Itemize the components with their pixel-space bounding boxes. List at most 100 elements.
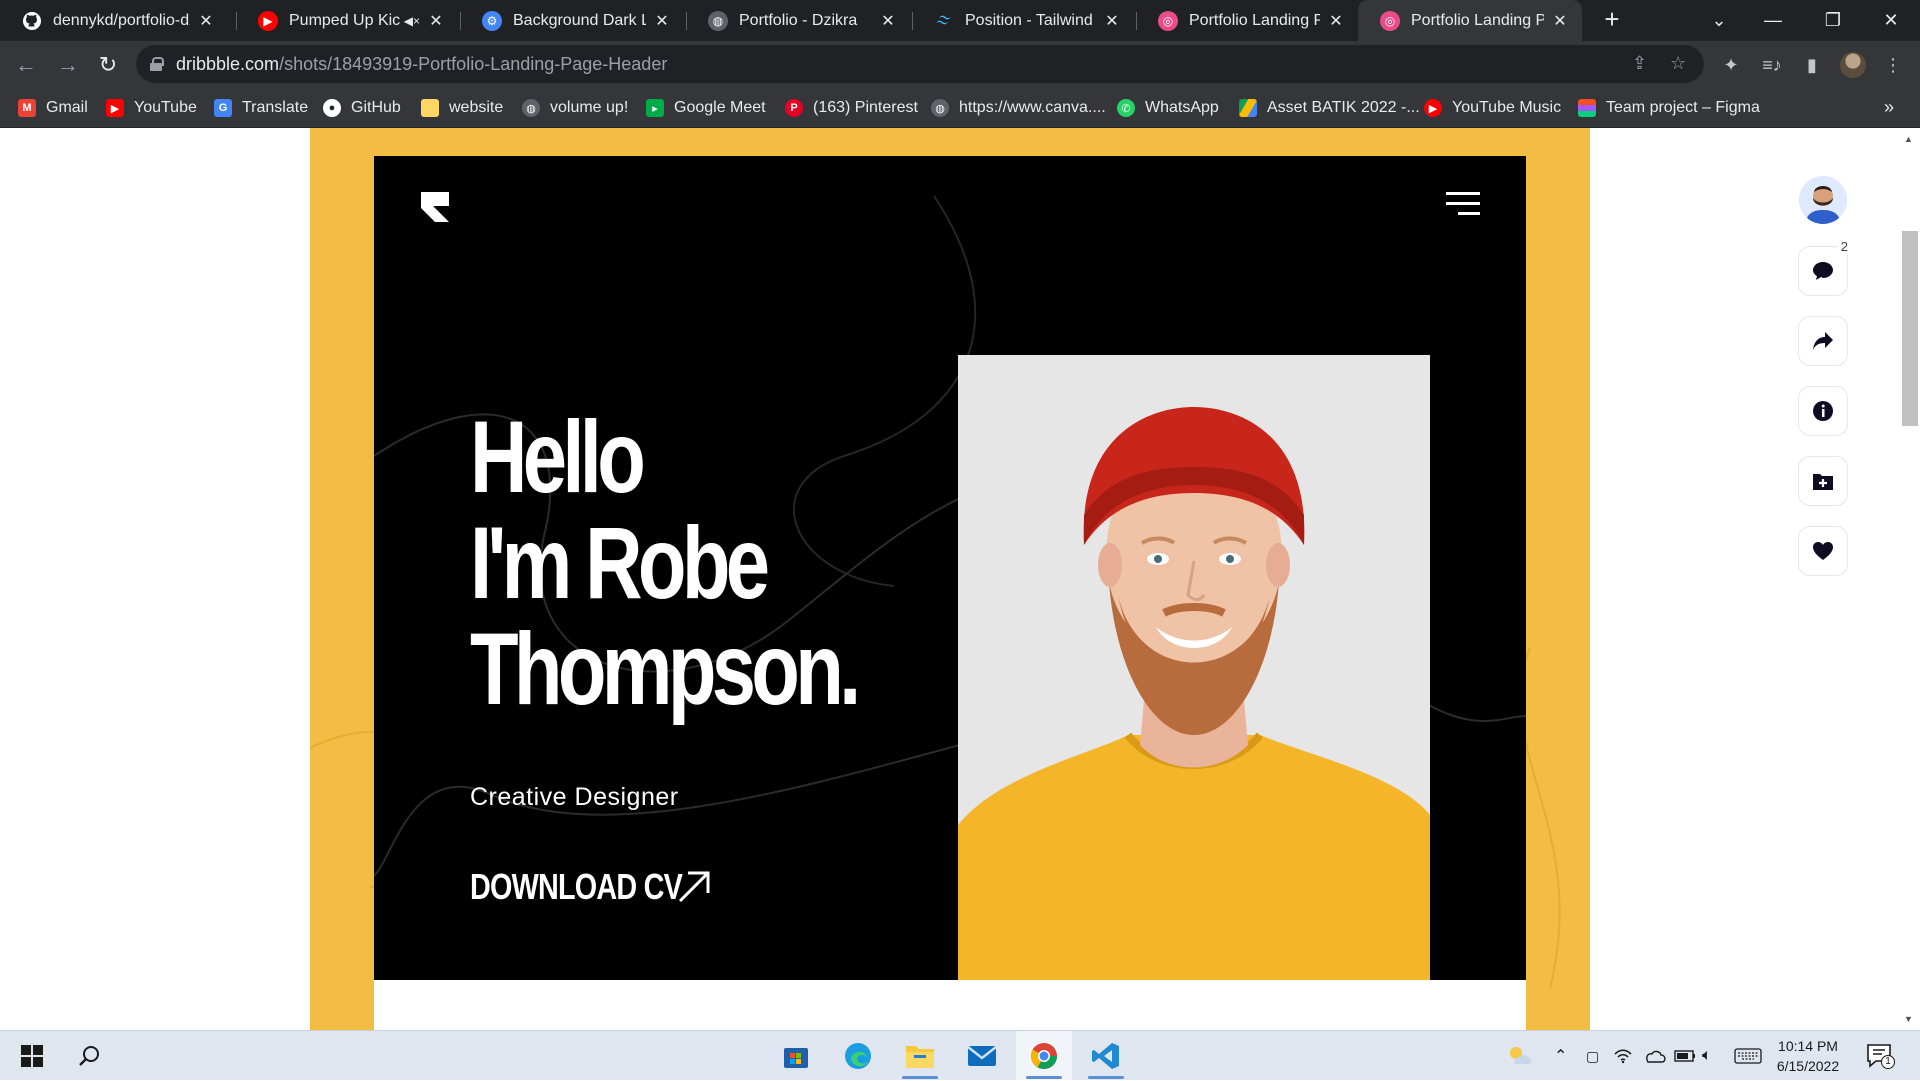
scroll-up-arrow-icon[interactable]: ▲ bbox=[1904, 134, 1913, 144]
tab-github[interactable]: dennykd/portfolio-dz ✕ bbox=[0, 0, 228, 41]
start-button[interactable] bbox=[4, 1031, 60, 1081]
browser-toolbar: ← → ↻ dribbble.com/shots/18493919-Portfo… bbox=[0, 41, 1920, 89]
close-tab-icon[interactable]: ✕ bbox=[196, 11, 216, 31]
tab-search-chevron-icon[interactable]: ⌄ bbox=[1696, 0, 1742, 41]
more-bookmarks-chevron-icon[interactable]: » bbox=[1884, 97, 1894, 118]
taskbar-mail[interactable] bbox=[954, 1031, 1010, 1081]
weather-widget-icon[interactable] bbox=[1506, 1031, 1534, 1081]
share-page-icon[interactable]: ⇪ bbox=[1632, 53, 1647, 74]
portrait-illustration bbox=[958, 355, 1430, 980]
add-to-collection-button[interactable] bbox=[1798, 456, 1848, 506]
bookmark-asset-batik[interactable]: Asset BATIK 2022 -... bbox=[1239, 89, 1420, 127]
pinterest-icon: P bbox=[785, 99, 803, 117]
close-window-button[interactable]: ✕ bbox=[1868, 0, 1914, 41]
new-tab-button[interactable]: + bbox=[1598, 6, 1626, 34]
scrollbar-thumb[interactable] bbox=[1902, 231, 1918, 426]
tab-youtube[interactable]: ▶ Pumped Up Kicks ◀× ✕ bbox=[236, 0, 458, 41]
bookmark-volume-up[interactable]: ◍ volume up! bbox=[522, 89, 628, 127]
bookmark-google-meet[interactable]: ▸ Google Meet bbox=[646, 89, 766, 127]
tab-title: Background Dark Line bbox=[513, 11, 646, 29]
close-tab-icon[interactable]: ✕ bbox=[1326, 11, 1346, 31]
bookmark-canva[interactable]: ◍ https://www.canva.... bbox=[931, 89, 1106, 127]
bookmark-star-icon[interactable]: ☆ bbox=[1670, 53, 1686, 74]
designer-avatar[interactable] bbox=[1799, 176, 1847, 224]
windows-logo-icon bbox=[21, 1045, 43, 1067]
taskbar-file-explorer[interactable] bbox=[892, 1031, 948, 1081]
menu-kebab-icon[interactable]: ⋮ bbox=[1881, 53, 1905, 77]
taskbar-chrome[interactable] bbox=[1016, 1031, 1072, 1081]
taskbar-clock[interactable]: 10:14 PM 6/15/2022 bbox=[1760, 1036, 1856, 1076]
address-bar[interactable]: dribbble.com/shots/18493919-Portfolio-La… bbox=[136, 45, 1704, 83]
portrait-photo bbox=[958, 355, 1430, 980]
tab-title: Portfolio - Dzikra bbox=[739, 11, 858, 29]
bookmark-translate[interactable]: G Translate bbox=[214, 89, 308, 127]
comments-button[interactable]: 2 bbox=[1798, 238, 1851, 296]
mail-icon bbox=[967, 1046, 997, 1066]
bookmark-gmail[interactable]: M Gmail bbox=[18, 89, 88, 127]
lock-icon[interactable] bbox=[150, 57, 164, 71]
brand-logo-icon[interactable] bbox=[421, 192, 451, 222]
wifi-icon[interactable] bbox=[1614, 1031, 1632, 1081]
headline-line-2: I'm Robe bbox=[470, 506, 770, 620]
scroll-down-arrow-icon[interactable]: ▼ bbox=[1904, 1014, 1913, 1024]
share-button[interactable] bbox=[1798, 316, 1848, 366]
store-icon bbox=[784, 1048, 808, 1068]
tab-tailwind[interactable]: Position - Tailwind CS ✕ bbox=[912, 0, 1134, 41]
role-subtitle: Creative Designer bbox=[470, 783, 679, 811]
taskbar-vscode[interactable] bbox=[1078, 1031, 1134, 1081]
side-panel-icon[interactable]: ▮ bbox=[1800, 53, 1824, 77]
bookmark-website-folder[interactable]: website bbox=[421, 89, 503, 127]
bookmark-github[interactable]: ● GitHub bbox=[323, 89, 401, 127]
speaker-mute-icon[interactable]: ◀× bbox=[404, 14, 420, 28]
globe-icon: ◍ bbox=[931, 99, 949, 117]
page-scrollbar[interactable]: ▲ ▼ bbox=[1898, 128, 1920, 1030]
bookmark-figma[interactable]: Team project – Figma bbox=[1578, 89, 1760, 127]
hero-bottom-strip bbox=[374, 980, 1526, 1030]
keyboard-icon[interactable] bbox=[1734, 1031, 1762, 1081]
show-hidden-icons-chevron-icon[interactable]: ⌃ bbox=[1554, 1031, 1567, 1081]
tab-title: Portfolio Landing Pag bbox=[1411, 11, 1544, 29]
close-tab-icon[interactable]: ✕ bbox=[426, 11, 446, 31]
tab-portfolio-dzikra[interactable]: ◍ Portfolio - Dzikra ✕ bbox=[686, 0, 910, 41]
speaker-icon[interactable]: 🔈︎ bbox=[1702, 1031, 1712, 1081]
restore-button[interactable]: ❐ bbox=[1810, 0, 1856, 41]
vscode-icon bbox=[1092, 1043, 1119, 1069]
comment-icon bbox=[1813, 262, 1833, 280]
bookmark-whatsapp[interactable]: ✆ WhatsApp bbox=[1117, 89, 1219, 127]
url-text[interactable]: dribbble.com/shots/18493919-Portfolio-La… bbox=[176, 54, 667, 75]
close-tab-icon[interactable]: ✕ bbox=[652, 11, 672, 31]
battery-icon[interactable] bbox=[1674, 1031, 1696, 1081]
taskbar-microsoft-store[interactable] bbox=[768, 1031, 824, 1081]
minimize-button[interactable]: — bbox=[1750, 0, 1796, 41]
tab-dribbble-1[interactable]: ◎ Portfolio Landing Pag ✕ bbox=[1136, 0, 1358, 41]
profile-avatar[interactable] bbox=[1840, 52, 1866, 78]
back-button[interactable]: ← bbox=[10, 49, 42, 81]
add-to-collection-icon bbox=[1813, 474, 1833, 490]
extensions-puzzle-icon[interactable]: ✦ bbox=[1719, 53, 1743, 77]
forward-button[interactable]: → bbox=[52, 49, 84, 81]
tab-background-dark-line[interactable]: ⚙ Background Dark Line ✕ bbox=[460, 0, 684, 41]
close-tab-icon[interactable]: ✕ bbox=[1102, 11, 1122, 31]
onedrive-cloud-icon[interactable] bbox=[1644, 1031, 1666, 1081]
close-tab-icon[interactable]: ✕ bbox=[878, 11, 898, 31]
media-queue-icon[interactable]: ≡♪ bbox=[1760, 53, 1784, 77]
taskbar-edge[interactable] bbox=[830, 1031, 886, 1081]
translate-icon: G bbox=[214, 99, 232, 117]
hamburger-menu-icon[interactable] bbox=[1446, 192, 1480, 216]
tab-dribbble-active[interactable]: ◎ Portfolio Landing Pag ✕ bbox=[1358, 0, 1582, 41]
bookmark-pinterest[interactable]: P (163) Pinterest bbox=[785, 89, 918, 127]
device-icon[interactable]: ▢ bbox=[1586, 1031, 1599, 1081]
close-tab-icon[interactable]: ✕ bbox=[1550, 11, 1570, 31]
download-cv-link[interactable]: DOWNLOAD CV bbox=[470, 866, 712, 908]
meet-icon: ▸ bbox=[646, 99, 664, 117]
bookmarks-bar: M Gmail ▶ YouTube G Translate ● GitHub websi… bbox=[0, 89, 1920, 128]
details-button[interactable] bbox=[1798, 386, 1848, 436]
page-viewport: Hello I'm Robe Thompson. Creative Design… bbox=[0, 128, 1920, 1030]
like-button[interactable] bbox=[1798, 526, 1848, 576]
taskbar-search-button[interactable] bbox=[62, 1031, 118, 1081]
bookmark-youtube-music[interactable]: ▶ YouTube Music bbox=[1424, 89, 1561, 127]
notification-center-button[interactable]: 1 bbox=[1866, 1043, 1895, 1069]
reload-button[interactable]: ↻ bbox=[92, 49, 124, 81]
bookmark-youtube[interactable]: ▶ YouTube bbox=[106, 89, 197, 127]
notification-count-badge: 1 bbox=[1881, 1055, 1895, 1069]
